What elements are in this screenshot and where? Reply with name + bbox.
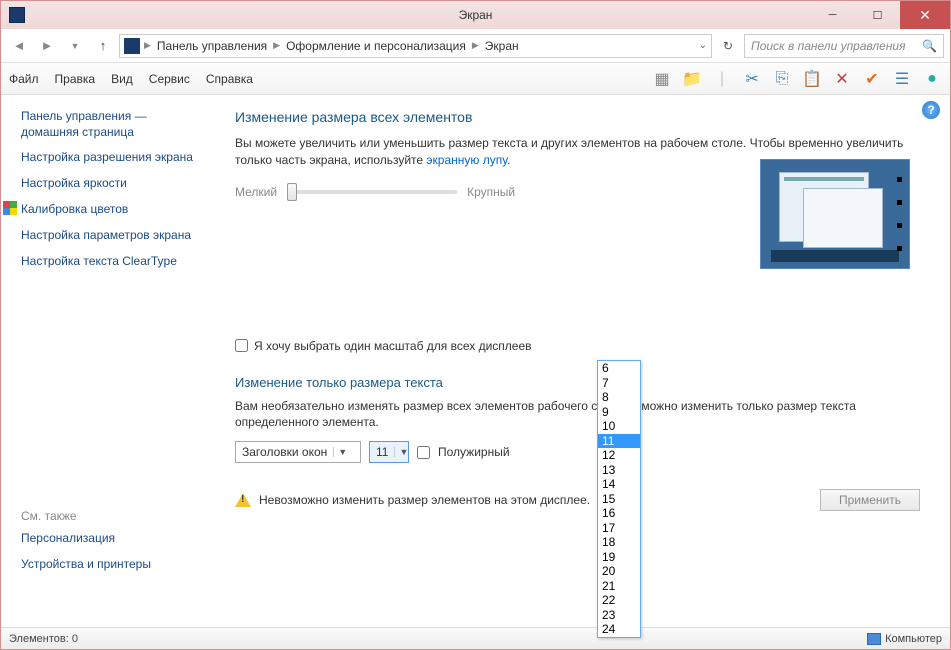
font-size-option[interactable]: 9 (598, 405, 640, 420)
sidebar-link-params[interactable]: Настройка параметров экрана (21, 228, 201, 244)
search-placeholder: Поиск в панели управления (751, 39, 906, 53)
chevron-icon: ▶ (472, 40, 479, 51)
font-size-option[interactable]: 22 (598, 593, 640, 608)
address-dropdown-icon[interactable]: ⌄ (699, 40, 707, 51)
heading-text-only: Изменение только размера текста (235, 375, 920, 390)
display-preview (760, 159, 910, 269)
seealso-header: См. также (21, 509, 201, 523)
sidebar-link-cleartype[interactable]: Настройка текста ClearType (21, 254, 201, 270)
font-size-option[interactable]: 19 (598, 550, 640, 565)
search-input[interactable]: Поиск в панели управления 🔍 (744, 34, 944, 58)
menubar: Файл Правка Вид Сервис Справка ▦ 📁 | ✂ ⎘… (1, 63, 950, 95)
app-icon (9, 7, 25, 23)
slider-min-label: Мелкий (235, 185, 277, 199)
search-icon: 🔍 (922, 39, 937, 53)
view-mode-icon[interactable]: ▦ (652, 69, 672, 89)
back-button[interactable]: ◄ (7, 34, 31, 58)
slider-thumb[interactable] (287, 183, 297, 201)
chevron-down-icon: ▼ (394, 447, 408, 457)
maximize-button[interactable]: ☐ (855, 1, 900, 29)
location-icon (124, 38, 140, 54)
chevron-icon: ▶ (273, 40, 280, 51)
properties-icon[interactable]: ☰ (892, 69, 912, 89)
breadcrumb-mid[interactable]: Оформление и персонализация (284, 39, 468, 53)
font-size-option[interactable]: 16 (598, 506, 640, 521)
breadcrumb-root[interactable]: Панель управления (155, 39, 269, 53)
sidebar-link-calibration[interactable]: Калибровка цветов (21, 201, 201, 218)
sidebar-link-home[interactable]: Панель управления — домашняя страница (21, 109, 201, 140)
content-area: ? Панель управления — домашняя страница … (1, 95, 950, 627)
cut-icon[interactable]: ✂ (742, 69, 762, 89)
font-size-option[interactable]: 10 (598, 419, 640, 434)
font-size-option[interactable]: 12 (598, 448, 640, 463)
description-2: Вам необязательно изменять размер всех э… (235, 398, 920, 432)
chat-icon[interactable]: ● (922, 69, 942, 89)
warning-icon (235, 492, 251, 508)
breadcrumb-leaf[interactable]: Экран (483, 39, 521, 53)
sidebar-link-resolution[interactable]: Настройка разрешения экрана (21, 150, 201, 166)
menu-service[interactable]: Сервис (149, 72, 190, 86)
size-slider[interactable] (287, 190, 457, 194)
sidebar-link-brightness[interactable]: Настройка яркости (21, 176, 201, 192)
menu-file[interactable]: Файл (9, 72, 39, 86)
up-button[interactable]: ↑ (91, 34, 115, 58)
recent-dropdown[interactable]: ▼ (63, 34, 87, 58)
single-scale-label: Я хочу выбрать один масштаб для всех дис… (254, 339, 532, 353)
font-size-option[interactable]: 14 (598, 477, 640, 492)
minimize-button[interactable]: ─ (810, 1, 855, 29)
font-size-dropdown-list[interactable]: 6789101112131415161718192021222324 (597, 360, 641, 638)
font-size-option[interactable]: 24 (598, 622, 640, 637)
menu-view[interactable]: Вид (111, 72, 133, 86)
magnifier-link[interactable]: экранную лупу (426, 153, 507, 167)
status-left: Элементов: 0 (9, 633, 78, 645)
font-size-option[interactable]: 17 (598, 521, 640, 536)
slider-max-label: Крупный (467, 185, 515, 199)
paste-icon[interactable]: 📋 (802, 69, 822, 89)
delete-icon[interactable]: ✕ (832, 69, 852, 89)
copy-icon[interactable]: ⎘ (772, 69, 792, 89)
bold-label: Полужирный (438, 445, 510, 459)
font-size-option[interactable]: 7 (598, 376, 640, 391)
font-size-option[interactable]: 13 (598, 463, 640, 478)
sep-icon: | (712, 69, 732, 89)
main-panel: Изменение размера всех элементов Вы може… (211, 95, 950, 627)
bold-checkbox[interactable] (417, 446, 430, 459)
nav-toolbar: ◄ ► ▼ ↑ ▶ Панель управления ▶ Оформление… (1, 29, 950, 63)
element-type-combo[interactable]: Заголовки окон▼ (235, 441, 361, 463)
font-size-option[interactable]: 21 (598, 579, 640, 594)
address-bar[interactable]: ▶ Панель управления ▶ Оформление и персо… (119, 34, 712, 58)
computer-icon (867, 633, 881, 645)
status-right: Компьютер (885, 633, 942, 645)
font-size-option[interactable]: 15 (598, 492, 640, 507)
warning-text: Невозможно изменить размер элементов на … (259, 493, 590, 507)
forward-button[interactable]: ► (35, 34, 59, 58)
menu-help[interactable]: Справка (206, 72, 253, 86)
close-button[interactable]: ✕ (900, 1, 950, 29)
sidebar: Панель управления — домашняя страница На… (1, 95, 211, 627)
heading-size-all: Изменение размера всех элементов (235, 109, 920, 125)
chevron-down-icon: ▼ (333, 447, 347, 457)
font-size-option[interactable]: 18 (598, 535, 640, 550)
apply-button[interactable]: Применить (820, 489, 920, 511)
seealso-devices[interactable]: Устройства и принтеры (21, 557, 201, 573)
menu-edit[interactable]: Правка (55, 72, 96, 86)
chevron-icon: ▶ (144, 40, 151, 51)
folder-icon[interactable]: 📁 (682, 69, 702, 89)
font-size-option[interactable]: 6 (598, 361, 640, 376)
shield-icon (3, 201, 17, 215)
font-size-option[interactable]: 23 (598, 608, 640, 623)
font-size-combo[interactable]: 11▼ (369, 441, 409, 463)
font-size-option[interactable]: 20 (598, 564, 640, 579)
check-icon[interactable]: ✔ (862, 69, 882, 89)
font-size-option[interactable]: 8 (598, 390, 640, 405)
titlebar: Экран ─ ☐ ✕ (1, 1, 950, 29)
statusbar: Элементов: 0 Компьютер (1, 627, 950, 649)
refresh-button[interactable]: ↻ (716, 34, 740, 58)
font-size-option[interactable]: 11 (598, 434, 640, 449)
seealso-personalization[interactable]: Персонализация (21, 531, 201, 547)
single-scale-checkbox[interactable] (235, 339, 248, 352)
window-title: Экран (459, 8, 493, 22)
